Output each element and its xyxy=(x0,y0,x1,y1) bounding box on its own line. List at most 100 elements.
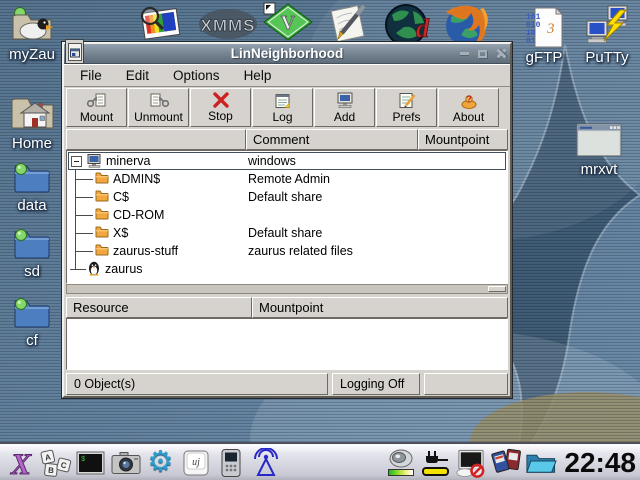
keyboard-key-icon: uj xyxy=(182,449,210,477)
desktop-icon-data[interactable]: data xyxy=(0,160,64,214)
window-app-icon[interactable] xyxy=(65,39,84,64)
log-icon xyxy=(274,92,292,109)
tree-row-zaurus-stuff[interactable]: zaurus-stuff zaurus related files xyxy=(68,242,506,260)
toolbar-label: About xyxy=(453,110,484,124)
prefs-button[interactable]: Prefs xyxy=(376,88,437,127)
about-button[interactable]: ? About xyxy=(438,88,499,127)
close-icon xyxy=(495,48,506,59)
horizontal-scrollbar[interactable] xyxy=(66,284,508,294)
network-tree-pane[interactable]: minerva windows ADMIN$ Remote Admin C$ D… xyxy=(66,150,508,284)
folder-icon xyxy=(95,190,109,202)
desktop-icon-putty[interactable]: PuTTy xyxy=(576,4,638,66)
toolbar-label: Add xyxy=(334,110,355,124)
toolbar-label: Stop xyxy=(208,109,233,123)
antenna-icon xyxy=(251,448,281,478)
pda-icon xyxy=(219,448,243,478)
desktop-icon-label: mrxvt xyxy=(581,161,618,178)
folder-icon xyxy=(95,208,109,220)
desktop-icon-home[interactable]: Home xyxy=(0,90,64,152)
tree-row-minerva[interactable]: minerva windows xyxy=(68,152,506,170)
xmms-icon[interactable]: XMMS xyxy=(196,4,260,47)
desktop-icon-label: gFTP xyxy=(526,49,563,66)
memory-cards-icon xyxy=(491,448,521,477)
terminal-window-icon xyxy=(574,120,624,160)
svg-text:X: X xyxy=(9,448,31,479)
share-comment: Default share xyxy=(248,226,322,240)
volume-control[interactable] xyxy=(384,446,417,479)
tree-row-zaurus[interactable]: zaurus xyxy=(68,260,506,278)
desktop-icon-cf[interactable]: cf xyxy=(0,295,64,349)
taskbar-clock[interactable]: 22:48 xyxy=(564,447,636,479)
desktop-icon-label: data xyxy=(17,197,46,214)
abc-input-launcher[interactable]: A B C xyxy=(39,446,72,479)
penguin-folder-icon xyxy=(10,5,54,45)
column-header-resource[interactable]: Resource xyxy=(66,297,252,318)
gftp-bits: 01 xyxy=(526,37,536,46)
display-toggle[interactable] xyxy=(454,446,487,479)
status-logging: Logging Off xyxy=(332,373,420,395)
about-icon: ? xyxy=(459,92,479,109)
tree-collapse-icon[interactable] xyxy=(71,156,82,167)
add-button[interactable]: Add xyxy=(314,88,375,127)
prefs-icon xyxy=(397,92,417,109)
maximize-button[interactable] xyxy=(476,47,489,60)
tree-row-x-share[interactable]: X$ Default share xyxy=(68,224,506,242)
desktop-icon-sd[interactable]: sd xyxy=(0,226,64,280)
power-plug-icon xyxy=(423,449,449,466)
memory-card-manager[interactable] xyxy=(489,446,522,479)
log-button[interactable]: Log xyxy=(252,88,313,127)
svg-text:uj: uj xyxy=(192,457,200,468)
x11-launcher[interactable]: X xyxy=(4,446,37,479)
tree-row-c-share[interactable]: C$ Default share xyxy=(68,188,506,206)
minimize-button[interactable] xyxy=(458,47,471,60)
power-status[interactable] xyxy=(419,446,452,479)
share-comment: Default share xyxy=(248,190,322,204)
menu-edit[interactable]: Edit xyxy=(116,66,159,85)
linneighborhood-window: LinNeighborhood File Edit Options Help M… xyxy=(62,42,512,398)
mounted-shares-pane[interactable] xyxy=(66,318,508,370)
blue-folder-icon xyxy=(11,295,53,331)
window-titlebar[interactable]: LinNeighborhood xyxy=(64,44,510,64)
terminal-launcher[interactable]: $ xyxy=(74,446,107,479)
tree-row-cdrom-share[interactable]: CD-ROM xyxy=(68,206,506,224)
column-header-mountpoint-lower[interactable]: Mountpoint xyxy=(252,297,508,318)
tree-row-admin-share[interactable]: ADMIN$ Remote Admin xyxy=(68,170,506,188)
home-folder-icon xyxy=(8,90,56,134)
file-manager-launcher[interactable] xyxy=(524,446,557,479)
share-list-header: Comment Mountpoint xyxy=(66,129,508,150)
close-button[interactable] xyxy=(494,47,507,60)
share-name: X$ xyxy=(113,226,128,240)
dillo-letter: d xyxy=(416,14,430,43)
column-header-name[interactable] xyxy=(66,129,246,150)
vim-letter: V xyxy=(281,12,296,34)
share-name: C$ xyxy=(113,190,129,204)
share-comment: windows xyxy=(248,154,296,168)
gear-icon: ⚙ xyxy=(148,448,174,477)
folder-icon xyxy=(95,244,109,256)
unmount-button[interactable]: Unmount xyxy=(128,88,189,127)
column-header-comment[interactable]: Comment xyxy=(246,129,418,150)
menu-help[interactable]: Help xyxy=(234,66,282,85)
pda-launcher[interactable] xyxy=(214,446,247,479)
svg-text:B: B xyxy=(47,465,54,475)
desktop-icon-myzaurus[interactable]: myZau xyxy=(0,5,64,63)
vim-icon[interactable]: V xyxy=(262,2,314,47)
stop-button[interactable]: Stop xyxy=(190,88,251,127)
menu-file[interactable]: File xyxy=(70,66,112,85)
mount-button[interactable]: Mount xyxy=(66,88,127,127)
gftp-script-glyph: 3 xyxy=(546,21,555,37)
desktop-icon-mrxvt[interactable]: mrxvt xyxy=(568,120,630,178)
settings-launcher[interactable]: ⚙ xyxy=(144,446,177,479)
desktop-icon-gftp[interactable]: 101 010 10 01 3 gFTP xyxy=(514,6,574,66)
wireless-launcher[interactable] xyxy=(249,446,282,479)
image-viewer-icon[interactable] xyxy=(136,2,184,47)
share-comment: Remote Admin xyxy=(248,172,330,186)
scrollbar-thumb[interactable] xyxy=(488,286,506,292)
menu-options[interactable]: Options xyxy=(163,66,230,85)
column-header-mountpoint[interactable]: Mountpoint xyxy=(418,129,508,150)
desktop-icon-label: cf xyxy=(26,332,38,349)
virtual-keyboard-launcher[interactable]: uj xyxy=(179,446,212,479)
gftp-binary-page-icon: 101 010 10 01 3 xyxy=(523,6,565,48)
folder-icon xyxy=(95,172,109,184)
screenshot-launcher[interactable] xyxy=(109,446,142,479)
